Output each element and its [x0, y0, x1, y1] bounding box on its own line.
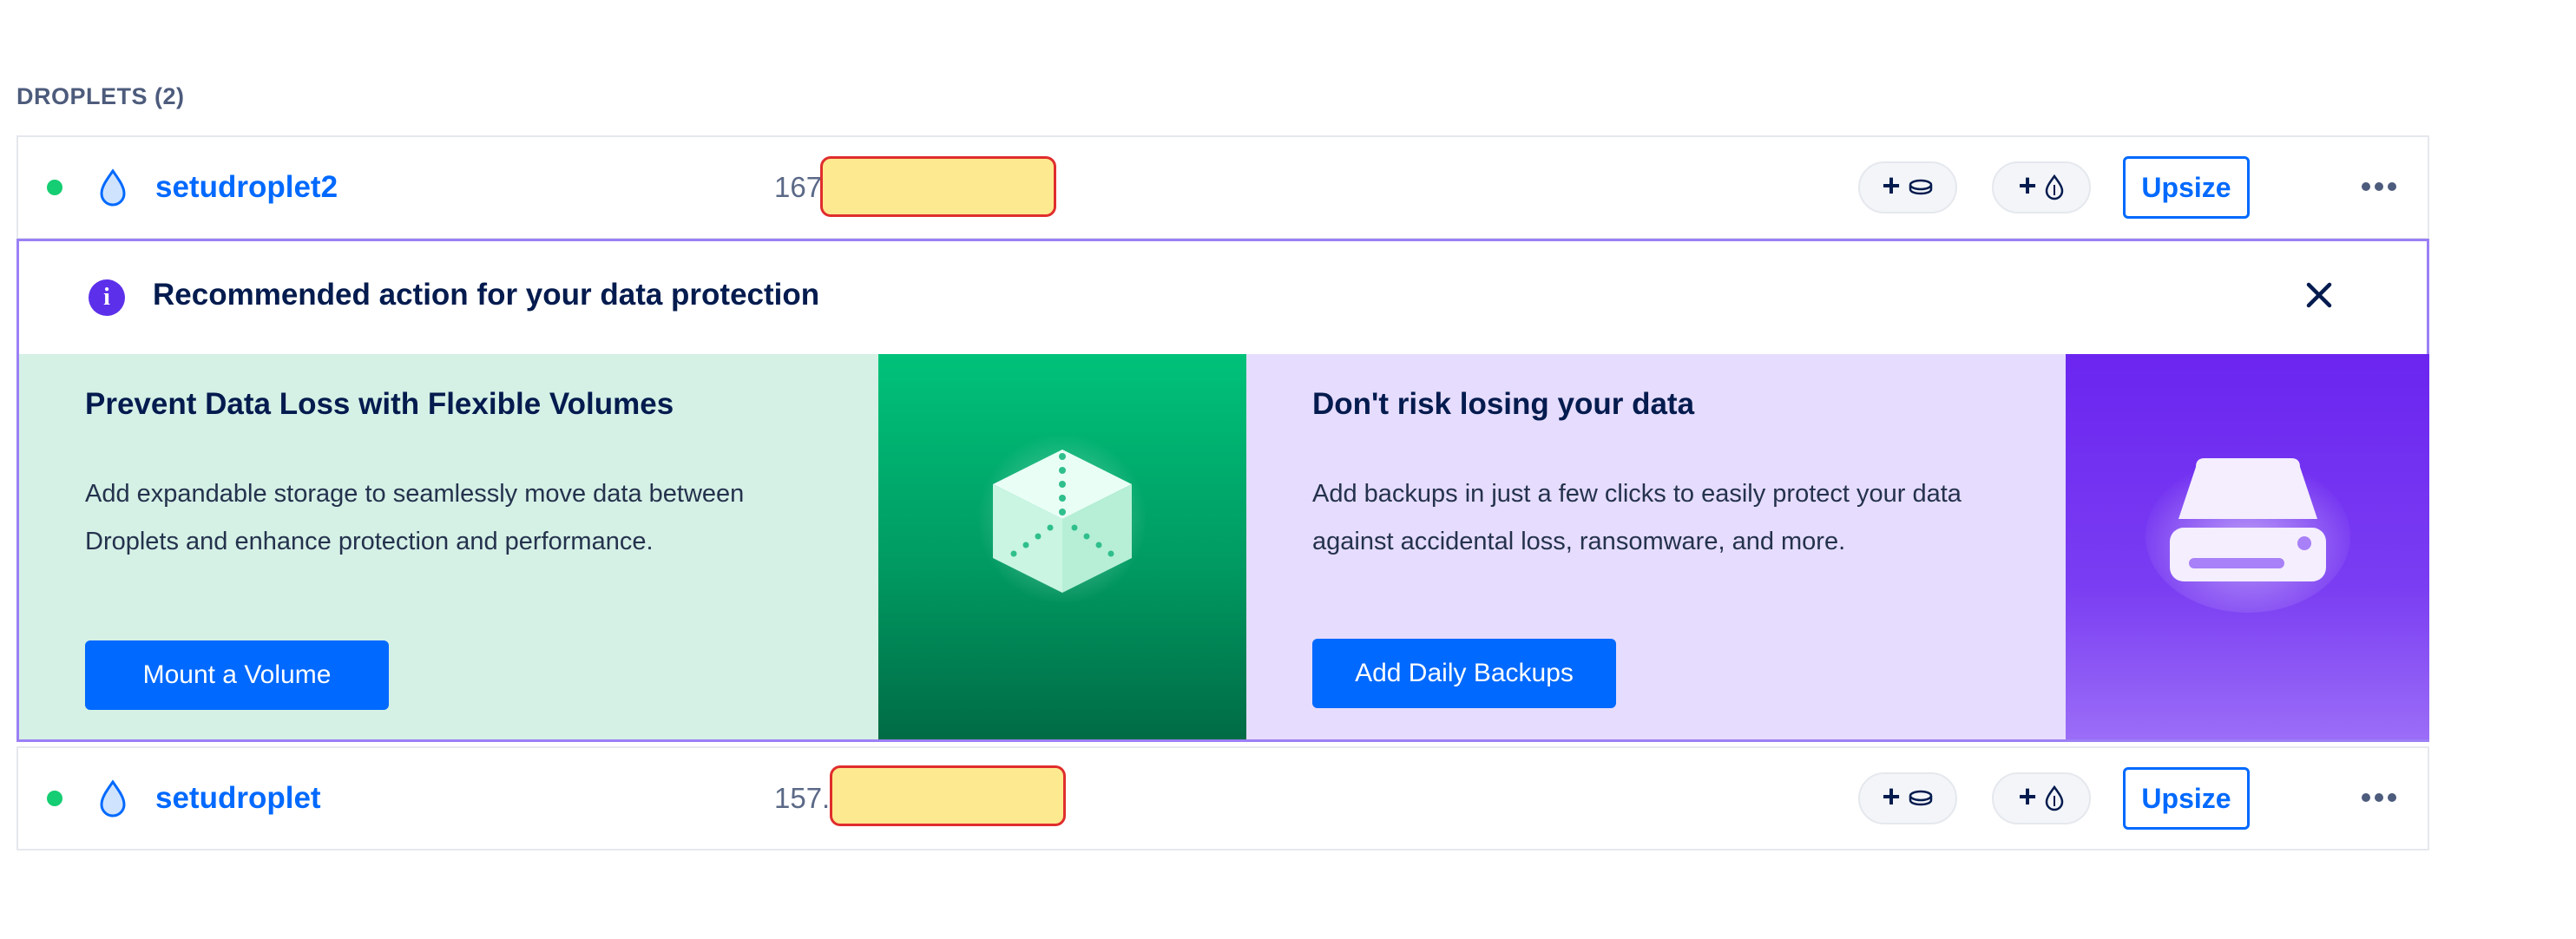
add-volume-button[interactable]: +	[1858, 772, 1957, 824]
droplet-ip: 167	[774, 171, 823, 203]
backups-description: Add backups in just a few clicks to easi…	[1312, 480, 1962, 555]
droplet-name-link[interactable]: setudroplet2	[155, 170, 338, 205]
more-options-icon[interactable]	[2362, 182, 2396, 191]
recommendation-title: Recommended action for your data protect…	[153, 278, 820, 312]
volumes-description: Add expandable storage to seamlessly mov…	[85, 480, 745, 555]
droplet-ip: 157.	[774, 782, 831, 814]
add-backup-button[interactable]: +	[1992, 772, 2091, 824]
plus-label: +	[1882, 167, 1901, 203]
droplet-name-link[interactable]: setudroplet	[155, 781, 321, 816]
upsize-button[interactable]: Upsize	[2123, 767, 2250, 830]
backups-title: Don't risk losing your data	[1312, 387, 1695, 421]
redaction-box	[820, 156, 1056, 217]
droplet-icon	[100, 779, 126, 818]
droplet-row: setudroplet2 167 + + Upsize	[16, 135, 2429, 240]
backup-icon	[2045, 785, 2063, 811]
plus-label: +	[2018, 167, 2037, 203]
cube-icon	[977, 434, 1147, 604]
info-icon: i	[89, 279, 125, 316]
plus-label: +	[1882, 778, 1901, 814]
volumes-title: Prevent Data Loss with Flexible Volumes	[85, 387, 674, 421]
close-icon[interactable]	[2300, 276, 2338, 314]
status-indicator	[47, 791, 62, 806]
add-volume-button[interactable]: +	[1858, 161, 1957, 213]
more-options-icon[interactable]	[2362, 793, 2396, 802]
droplet-row: setudroplet 157. + + Upsize	[16, 746, 2429, 850]
redaction-box	[830, 765, 1066, 826]
status-indicator	[47, 180, 62, 195]
add-backup-button[interactable]: +	[1992, 161, 2091, 213]
volume-icon	[1909, 179, 1932, 195]
droplet-icon	[100, 168, 126, 207]
backup-icon	[2045, 174, 2063, 200]
upsize-button[interactable]: Upsize	[2123, 156, 2250, 219]
backups-panel: Don't risk losing your data Add backups …	[1246, 354, 2066, 739]
mount-volume-button[interactable]: Mount a Volume	[85, 640, 389, 710]
add-daily-backups-button[interactable]: Add Daily Backups	[1312, 639, 1616, 708]
recommendation-card: i Recommended action for your data prote…	[16, 239, 2429, 742]
section-title: DROPLETS (2)	[16, 83, 185, 109]
recommendation-header: i Recommended action for your data prote…	[19, 241, 2427, 354]
drive-icon	[2146, 458, 2350, 613]
plus-label: +	[2018, 778, 2037, 814]
backups-illustration	[2066, 354, 2429, 739]
volume-icon	[1909, 790, 1932, 806]
volumes-panel: Prevent Data Loss with Flexible Volumes …	[19, 354, 878, 739]
volumes-illustration	[878, 354, 1246, 739]
